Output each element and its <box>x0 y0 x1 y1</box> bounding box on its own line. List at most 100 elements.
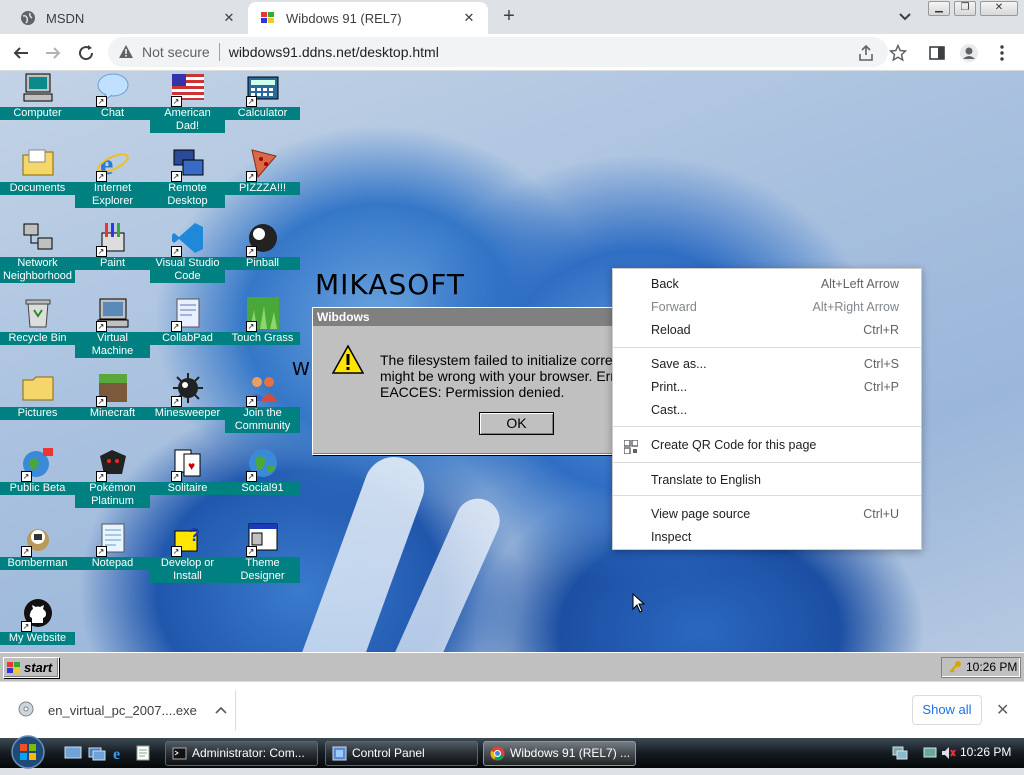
show-desktop-icon[interactable] <box>64 745 82 761</box>
desktop-icon[interactable]: ↗ Pokémon Platinum <box>75 446 150 508</box>
menu-item-translate[interactable]: Translate to English <box>613 469 921 492</box>
download-item[interactable]: en_virtual_pc_2007....exe <box>18 698 227 722</box>
new-tab-button[interactable]: + <box>498 6 520 28</box>
menu-item-view-source[interactable]: View page source Ctrl+U <box>613 503 921 526</box>
menu-item-print[interactable]: Print... Ctrl+P <box>613 376 921 399</box>
windows-start-orb-icon[interactable] <box>6 734 50 770</box>
desktop-icon[interactable]: ↗ Virtual Machine <box>75 296 150 358</box>
desktop-icon-label: Chat <box>75 107 150 120</box>
security-indicator[interactable]: Not secure <box>118 44 210 60</box>
desktop-icon-label: Develop or Install <box>150 557 225 583</box>
desktop-icon[interactable]: ↗ Social91 <box>225 446 300 495</box>
desktop-icon[interactable]: ↗ CollabPad <box>150 296 225 345</box>
close-window-button[interactable]: ✕ <box>980 1 1018 16</box>
menu-item-back[interactable]: Back Alt+Left Arrow <box>613 273 921 296</box>
dialog-title[interactable]: Wibdows <box>313 308 631 326</box>
desktop-icon[interactable]: ↗ Paint <box>75 221 150 270</box>
desktop-icon[interactable]: ↗ Minecraft <box>75 371 150 420</box>
menu-shortcut: Alt+Left Arrow <box>820 277 899 291</box>
error-dialog[interactable]: Wibdows The filesystem failed to initial… <box>312 307 632 455</box>
back-arrow-icon[interactable] <box>9 41 33 65</box>
shortcut-arrow-icon: ↗ <box>245 171 257 182</box>
forward-arrow-icon[interactable] <box>41 41 65 65</box>
menu-item-cast[interactable]: Cast... <box>613 399 921 422</box>
connection-tray-icon[interactable] <box>922 745 938 766</box>
restore-button[interactable]: ❐ <box>954 1 976 16</box>
internet-explorer-icon[interactable]: e <box>111 745 129 763</box>
taskbar-button[interactable]: Wibdows 91 (REL7) ... <box>483 741 636 766</box>
close-tab-icon[interactable]: ✕ <box>220 9 238 27</box>
desktop-icon[interactable]: e ↗ Internet Explorer <box>75 146 150 208</box>
ok-button[interactable]: OK <box>479 412 554 435</box>
desktop-icon[interactable]: Network Neighborhood <box>0 221 75 283</box>
tab-search-chevron-icon[interactable] <box>895 8 915 26</box>
shortcut-arrow-icon: ↗ <box>245 396 257 407</box>
desktop-icon[interactable]: ↗ Theme Designer <box>225 521 300 583</box>
desktop-icon[interactable]: ↗ Minesweeper <box>150 371 225 420</box>
desktop-icon[interactable]: ↗ Visual Studio Code <box>150 221 225 283</box>
profile-avatar-icon[interactable] <box>959 43 979 63</box>
desktop-icon[interactable]: ↗ Join the Community <box>225 371 300 433</box>
desktop-icon[interactable]: Documents <box>0 146 75 195</box>
close-tab-icon[interactable]: ✕ <box>460 9 478 27</box>
side-panel-icon[interactable] <box>927 43 947 63</box>
menu-item-forward[interactable]: Forward Alt+Right Arrow <box>613 296 921 319</box>
desktop-icon[interactable]: ↗ My Website <box>0 596 75 645</box>
minimize-button[interactable]: ▁ <box>928 1 950 16</box>
chat-bubble-icon: ↗ <box>95 71 130 107</box>
reload-icon[interactable] <box>74 41 98 65</box>
desktop-icon[interactable]: Recycle Bin <box>0 296 75 345</box>
kebab-menu-icon[interactable] <box>992 43 1012 63</box>
desktop-icon[interactable]: ↗ Calculator <box>225 71 300 120</box>
desktop-icon[interactable]: Pictures <box>0 371 75 420</box>
volume-muted-icon[interactable] <box>940 745 956 766</box>
desktop-icon[interactable]: ↗ Public Beta <box>0 446 75 495</box>
desktop-icon[interactable]: ↗ Notepad <box>75 521 150 570</box>
desktop-icon-label: Touch Grass <box>225 332 300 345</box>
dialog-message-line: The filesystem failed to initialize corr… <box>380 352 613 368</box>
desktop-icon-label: Recycle Bin <box>0 332 75 345</box>
desktop-icon[interactable]: ? ↗ Develop or Install <box>150 521 225 583</box>
menu-item-qr-code[interactable]: Create QR Code for this page <box>613 434 921 457</box>
share-icon[interactable] <box>856 43 876 63</box>
show-all-button[interactable]: Show all <box>912 695 982 725</box>
desktop-icon[interactable]: ↗ American Dad! <box>150 71 225 133</box>
network-tray-icon[interactable] <box>892 745 908 766</box>
taskbar-button[interactable]: Control Panel <box>325 741 478 766</box>
desktop-icon[interactable]: ↗ Touch Grass <box>225 296 300 345</box>
desktop-icon[interactable]: ↗ Remote Desktop <box>150 146 225 208</box>
notepad-quicklaunch-icon[interactable] <box>134 745 152 761</box>
desktop-icon[interactable]: Computer <box>0 71 75 120</box>
key-icon[interactable] <box>948 660 962 680</box>
globe-icon: ↗ <box>245 446 280 482</box>
shortcut-arrow-icon: ↗ <box>170 396 182 407</box>
bookmark-star-icon[interactable] <box>888 43 908 63</box>
menu-item-save-as[interactable]: Save as... Ctrl+S <box>613 353 921 376</box>
menu-label: View page source <box>651 507 751 521</box>
menu-label: Print... <box>651 380 688 394</box>
desktop-icon[interactable]: ↗ Pinball <box>225 221 300 270</box>
cmd-icon <box>172 746 187 761</box>
close-downloads-icon[interactable]: ✕ <box>996 700 1009 720</box>
menu-shortcut: Ctrl+P <box>863 380 899 394</box>
menu-item-reload[interactable]: Reload Ctrl+R <box>613 319 921 342</box>
desktop-icon[interactable]: ♥ ↗ Solitaire <box>150 446 225 495</box>
address-bar[interactable]: Not secure wibdows91.ddns.net/desktop.ht… <box>108 37 888 67</box>
taskbar-button[interactable]: Administrator: Com... <box>165 741 318 766</box>
shortcut-arrow-icon: ↗ <box>20 546 32 557</box>
internet-explorer-icon: e ↗ <box>95 146 130 182</box>
tab-wibdows[interactable]: Wibdows 91 (REL7) ✕ <box>248 2 488 34</box>
desktop-icon-label: Network Neighborhood <box>0 257 75 283</box>
control-panel-icon <box>332 746 347 761</box>
desktop-icon[interactable]: ↗ PIZZZA!!! <box>225 146 300 195</box>
switch-windows-icon[interactable] <box>88 745 106 761</box>
shortcut-arrow-icon: ↗ <box>95 321 107 332</box>
chevron-up-icon[interactable] <box>215 703 227 718</box>
desktop-icon[interactable]: ↗ Chat <box>75 71 150 120</box>
start-button[interactable]: start <box>3 657 59 678</box>
tab-msdn[interactable]: MSDN ✕ <box>8 2 248 34</box>
desktop-icon-label: Notepad <box>75 557 150 570</box>
menu-item-inspect[interactable]: Inspect <box>613 526 921 549</box>
menu-label: Back <box>651 277 679 291</box>
desktop-icon[interactable]: ↗ Bomberman <box>0 521 75 570</box>
